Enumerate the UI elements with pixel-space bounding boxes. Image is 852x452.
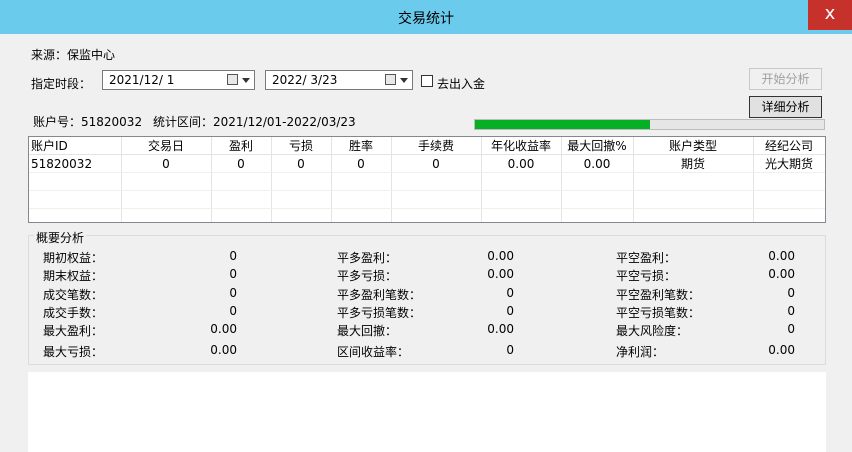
- summary-value: 0: [787, 286, 795, 300]
- summary-label: 期末权益：: [43, 269, 104, 283]
- table-cell: 0: [331, 154, 392, 173]
- col-header[interactable]: 账户ID: [29, 137, 122, 155]
- summary-label: 平多盈利笔数：: [337, 288, 422, 302]
- summary-label: 期初权益：: [43, 251, 104, 265]
- table-cell: 0: [211, 154, 272, 173]
- col-header[interactable]: 最大回撤%: [561, 137, 634, 155]
- table-cell: 光大期货: [753, 154, 825, 173]
- title-bar: 交易统计 x: [0, 0, 852, 34]
- summary-value: 0.00: [768, 343, 795, 357]
- source-text: 来源：保监中心: [31, 48, 116, 62]
- summary-value: 0.00: [487, 267, 514, 281]
- progress-fill: [475, 120, 650, 129]
- summary-value: 0: [229, 286, 237, 300]
- summary-value: 0.00: [487, 322, 514, 336]
- table-row[interactable]: 51820032 0 0 0 0 0 0.00 0.00 期货 光大期货: [29, 154, 825, 173]
- table-cell: 0.00: [561, 154, 634, 173]
- period-label: 指定时段：: [31, 77, 92, 91]
- detail-analysis-button[interactable]: 详细分析: [749, 96, 822, 118]
- start-date-value: 2021/12/ 1: [109, 73, 175, 87]
- summary-label: 最大亏损：: [43, 345, 104, 359]
- table-cell: 51820032: [29, 154, 122, 173]
- table-cell: 期货: [633, 154, 754, 173]
- end-date-picker[interactable]: 2022/ 3/23: [265, 70, 413, 90]
- summary-value: 0: [506, 343, 514, 357]
- table-cell: 0: [391, 154, 482, 173]
- summary-value: 0: [229, 267, 237, 281]
- account-table[interactable]: 账户ID 交易日 盈利 亏损 胜率 手续费 年化收益率 最大回撤% 账户类型 经…: [28, 136, 826, 223]
- summary-value: 0: [506, 286, 514, 300]
- summary-value: 0: [506, 304, 514, 318]
- table-row: [29, 208, 825, 222]
- chevron-down-icon: [242, 78, 250, 83]
- table-row: [29, 190, 825, 209]
- summary-label: 平空盈利：: [616, 251, 677, 265]
- summary-title: 概要分析: [34, 229, 87, 246]
- col-header[interactable]: 盈利: [211, 137, 272, 155]
- window-title: 交易统计: [398, 11, 454, 27]
- start-date-picker[interactable]: 2021/12/ 1: [102, 70, 255, 90]
- col-header[interactable]: 年化收益率: [481, 137, 562, 155]
- summary-group: [28, 235, 826, 365]
- account-number: 账户号：51820032: [33, 115, 143, 129]
- summary-value: 0.00: [210, 322, 237, 336]
- col-header[interactable]: 经纪公司: [753, 137, 825, 155]
- summary-value: 0.00: [768, 249, 795, 263]
- calendar-icon: [385, 74, 396, 85]
- summary-label: 区间收益率：: [337, 345, 410, 359]
- summary-label: 平空盈利笔数：: [616, 288, 701, 302]
- exclude-deposit-checkbox[interactable]: [421, 75, 433, 87]
- summary-label: 最大回撤：: [337, 324, 398, 338]
- col-header[interactable]: 亏损: [271, 137, 332, 155]
- summary-label: 最大风险度：: [616, 324, 689, 338]
- summary-value: 0.00: [768, 267, 795, 281]
- table-header-row: 账户ID 交易日 盈利 亏损 胜率 手续费 年化收益率 最大回撤% 账户类型 经…: [29, 137, 825, 155]
- summary-label: 平多亏损：: [337, 269, 398, 283]
- summary-value: 0: [229, 304, 237, 318]
- summary-label: 净利润：: [616, 345, 665, 359]
- table-row: [29, 172, 825, 191]
- summary-value: 0.00: [487, 249, 514, 263]
- summary-label: 平多亏损笔数：: [337, 306, 422, 320]
- start-analysis-button[interactable]: 开始分析: [749, 68, 822, 90]
- table-cell: 0: [121, 154, 212, 173]
- col-header[interactable]: 胜率: [331, 137, 392, 155]
- summary-value: 0: [787, 304, 795, 318]
- summary-label: 平空亏损笔数：: [616, 306, 701, 320]
- summary-value: 0.00: [210, 343, 237, 357]
- exclude-deposit-label: 去出入金: [437, 77, 486, 91]
- col-header[interactable]: 手续费: [391, 137, 482, 155]
- table-cell: 0.00: [481, 154, 562, 173]
- col-header[interactable]: 交易日: [121, 137, 212, 155]
- chevron-down-icon: [400, 78, 408, 83]
- summary-label: 平多盈利：: [337, 251, 398, 265]
- summary-label: 最大盈利：: [43, 324, 104, 338]
- end-date-value: 2022/ 3/23: [272, 73, 338, 87]
- summary-label: 成交手数：: [43, 306, 104, 320]
- summary-value: 0: [229, 249, 237, 263]
- summary-value: 0: [787, 322, 795, 336]
- summary-label: 成交笔数：: [43, 288, 104, 302]
- detail-output-pane[interactable]: [28, 372, 826, 452]
- summary-label: 平空亏损：: [616, 269, 677, 283]
- col-header[interactable]: 账户类型: [633, 137, 754, 155]
- calendar-icon: [227, 74, 238, 85]
- table-cell: 0: [271, 154, 332, 173]
- close-button[interactable]: x: [808, 0, 852, 30]
- statistics-range: 统计区间：2021/12/01-2022/03/23: [153, 115, 356, 129]
- progress-bar: [474, 119, 825, 130]
